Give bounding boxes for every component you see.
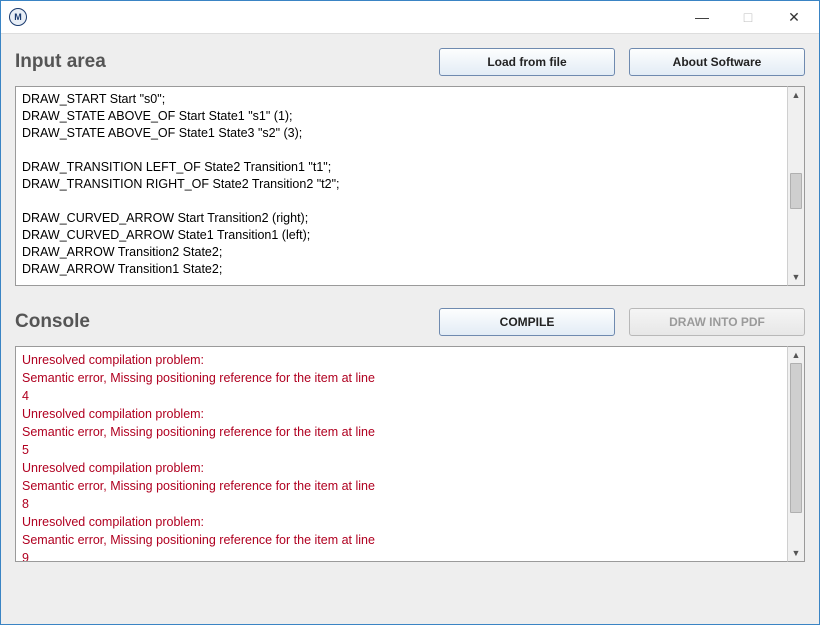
scroll-up-icon[interactable]: ▲ [788,347,804,363]
scroll-track[interactable] [788,363,804,545]
console-error-line: Semantic error, Missing positioning refe… [22,531,382,562]
compile-button[interactable]: COMPILE [439,308,615,336]
input-textarea[interactable]: DRAW_START Start "s0"; DRAW_STATE ABOVE_… [15,86,787,286]
window-controls: — □ ✕ [679,2,817,32]
console-error-line: Unresolved compilation problem: [22,459,382,477]
console-header: Console COMPILE DRAW INTO PDF [15,308,805,336]
scroll-down-icon[interactable]: ▼ [788,545,804,561]
load-from-file-button[interactable]: Load from file [439,48,615,76]
scroll-thumb[interactable] [790,363,802,513]
client-area: Input area Load from file About Software… [1,33,819,624]
app-window: M — □ ✕ Input area Load from file About … [0,0,820,625]
titlebar-left: M [9,8,27,26]
console-buttons: COMPILE DRAW INTO PDF [439,308,805,336]
minimize-button[interactable]: — [679,2,725,32]
console-output[interactable]: Unresolved compilation problem:Semantic … [15,346,787,562]
console-error-line: Semantic error, Missing positioning refe… [22,369,382,405]
scroll-thumb[interactable] [790,173,802,209]
input-buttons: Load from file About Software [439,48,805,76]
close-button[interactable]: ✕ [771,2,817,32]
input-box: DRAW_START Start "s0"; DRAW_STATE ABOVE_… [15,86,805,286]
input-scrollbar[interactable]: ▲ ▼ [787,86,805,286]
console-title: Console [15,311,90,333]
scroll-down-icon[interactable]: ▼ [788,269,804,285]
input-header: Input area Load from file About Software [15,48,805,76]
console-error-line: Semantic error, Missing positioning refe… [22,423,382,459]
scroll-up-icon[interactable]: ▲ [788,87,804,103]
console-scrollbar[interactable]: ▲ ▼ [787,346,805,562]
titlebar: M — □ ✕ [1,1,819,33]
input-title: Input area [15,51,106,73]
draw-into-pdf-button: DRAW INTO PDF [629,308,805,336]
console-error-line: Semantic error, Missing positioning refe… [22,477,382,513]
app-icon: M [9,8,27,26]
console-box: Unresolved compilation problem:Semantic … [15,346,805,562]
maximize-button[interactable]: □ [725,2,771,32]
console-error-line: Unresolved compilation problem: [22,405,382,423]
console-error-line: Unresolved compilation problem: [22,351,382,369]
console-error-line: Unresolved compilation problem: [22,513,382,531]
scroll-track[interactable] [788,103,804,269]
about-software-button[interactable]: About Software [629,48,805,76]
